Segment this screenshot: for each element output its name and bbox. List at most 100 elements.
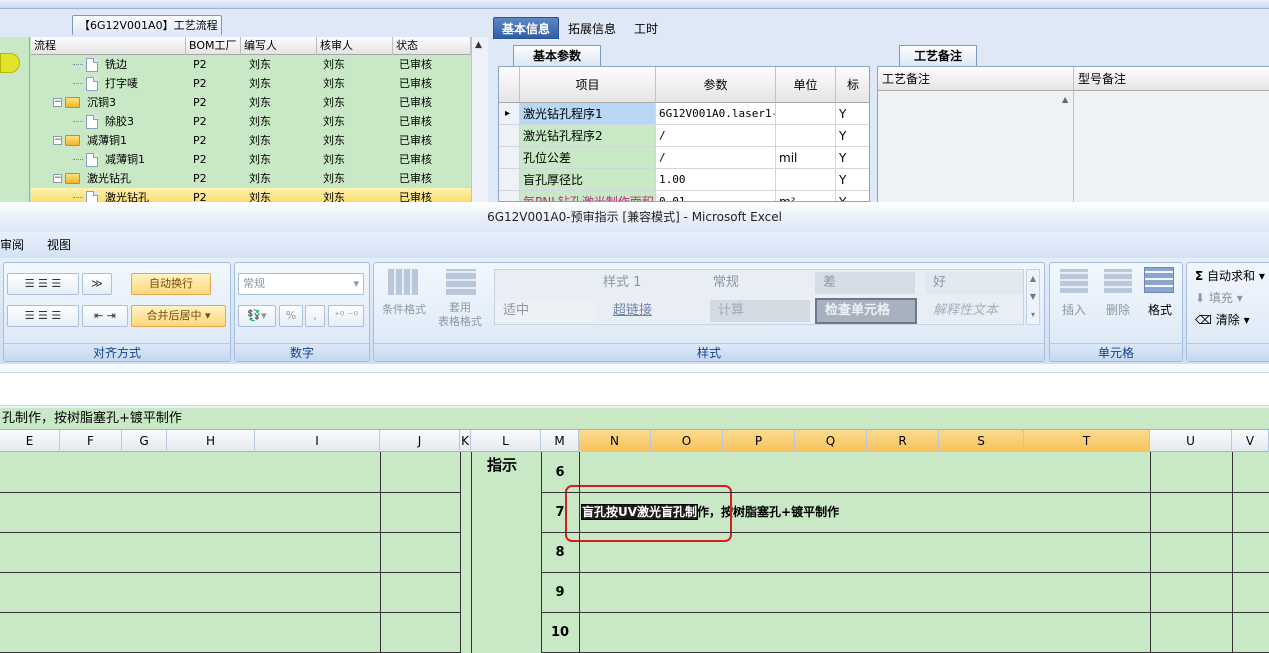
grid-cell-unit[interactable]: m² — [776, 191, 836, 201]
column-header-L[interactable]: L — [471, 430, 541, 452]
tab-basic-info[interactable]: 基本信息 — [493, 17, 560, 39]
conditional-format-button[interactable]: 条件格式 — [378, 301, 430, 317]
gallery-scroll[interactable]: ▲ ▼ ▾ — [1026, 269, 1040, 325]
clear-button[interactable]: ⌫ 清除 ▾ — [1195, 311, 1250, 328]
grid-cell-param[interactable]: 6G12V001A0.laser1-2 — [656, 103, 776, 125]
notes-header-model[interactable]: 型号备注 — [1074, 67, 1269, 91]
comment-bubble-icon[interactable] — [0, 53, 20, 73]
fill-button[interactable]: ⬇ 填充 ▾ — [1195, 289, 1243, 306]
delete-button[interactable]: 删除 — [1100, 301, 1136, 318]
table-format-button[interactable]: 套用 表格格式 — [430, 301, 490, 329]
tree-node[interactable]: − 减薄铜1 — [53, 131, 127, 150]
style-1[interactable]: 样式 1 — [595, 272, 695, 294]
grid-row[interactable]: 激光钻孔程序2/ Y — [499, 125, 869, 147]
currency-button[interactable]: 💱▾ — [238, 305, 276, 327]
tree-row[interactable]: − 减薄铜1 P2 刘东 刘东 已审核 — [31, 131, 471, 150]
grid-row[interactable]: 孔位公差 / mil Y — [499, 147, 869, 169]
row-indicator[interactable] — [499, 147, 520, 169]
tab-view[interactable]: 视图 — [47, 232, 71, 258]
cell-L-label[interactable]: 指示 — [487, 454, 517, 475]
tree-row[interactable]: − 沉铜3 P2 刘东 刘东 已审核 — [31, 93, 471, 112]
collapse-icon[interactable]: − — [53, 98, 62, 107]
grid-cell-param[interactable]: 1.00 — [656, 169, 776, 191]
column-header-O[interactable]: O — [651, 430, 723, 452]
column-header-E[interactable]: E — [0, 430, 60, 452]
grid-cell-param[interactable]: / — [656, 147, 776, 169]
autosum-button[interactable]: Σ 自动求和 ▾ — [1195, 267, 1265, 284]
grid-cell-item[interactable]: 盲孔厚径比 — [520, 169, 656, 191]
grid-cell-item[interactable]: 激光钻孔程序1 — [520, 103, 656, 125]
grid-row[interactable]: ▸ 激光钻孔程序1 6G12V001A0.laser1-2 Y — [499, 103, 869, 125]
column-header-H[interactable]: H — [167, 430, 255, 452]
column-header-J[interactable]: J — [380, 430, 460, 452]
grid-cell-flag[interactable]: Y — [836, 103, 869, 125]
grid-header-param[interactable]: 参数 — [656, 67, 776, 103]
tree-row[interactable]: 打字唛 P2 刘东 刘东 已审核 — [31, 74, 471, 93]
tab-work-hours[interactable]: 工时 — [625, 17, 667, 39]
col-header-reviewer[interactable]: 核审人 — [317, 37, 393, 55]
number-format-select[interactable]: 常规 ▾ — [238, 273, 364, 295]
style-check-cell[interactable]: 检查单元格 — [815, 298, 917, 324]
grid-cell-flag[interactable]: Y — [836, 125, 869, 147]
splitter-bar[interactable] — [0, 0, 1269, 9]
grid-header-unit[interactable]: 单位 — [776, 67, 836, 103]
grid-cell-param[interactable]: / — [656, 125, 776, 147]
style-good[interactable]: 好 — [925, 272, 1023, 294]
grid-cell-flag[interactable]: Y — [836, 147, 869, 169]
formula-text[interactable]: 孔制作，按树脂塞孔+镀平制作 — [0, 408, 1269, 430]
tab-extended-info[interactable]: 拓展信息 — [559, 17, 625, 39]
tree-row[interactable]: 激光钻孔 P2 刘东 刘东 已审核 — [31, 188, 471, 202]
tab-process-flow[interactable]: 【6G12V001A0】工艺流程 — [72, 15, 222, 35]
grid-cell-unit[interactable] — [776, 169, 836, 191]
column-header-R[interactable]: R — [867, 430, 939, 452]
grid-row[interactable]: 每PNL钻孔激光制作面积 0.01 m² Y — [499, 191, 869, 201]
grid-cell-unit[interactable]: mil — [776, 147, 836, 169]
insert-button[interactable]: 插入 — [1056, 301, 1092, 318]
column-header-V[interactable]: V — [1232, 430, 1269, 452]
grid-cell-flag[interactable]: Y — [836, 191, 869, 201]
grid-cell-param[interactable]: 0.01 — [656, 191, 776, 201]
style-explain[interactable]: 解释性文本 — [925, 300, 1023, 322]
grid-cell-item[interactable]: 孔位公差 — [520, 147, 656, 169]
grid-cell-item[interactable]: 激光钻孔程序2 — [520, 125, 656, 147]
style-neutral[interactable]: 适中 — [495, 300, 595, 322]
model-notes-area[interactable] — [1074, 91, 1269, 202]
style-calc[interactable]: 计算 — [710, 300, 810, 322]
process-notes-area[interactable] — [878, 91, 1074, 202]
tree-row[interactable]: − 激光钻孔 P2 刘东 刘东 已审核 — [31, 169, 471, 188]
tree-node[interactable]: − 沉铜3 — [53, 93, 116, 112]
percent-button[interactable]: % — [279, 305, 303, 327]
tree-scrollbar[interactable]: ▲ — [471, 37, 488, 202]
wrap-text-button[interactable]: 自动换行 — [131, 273, 211, 295]
column-header-Q[interactable]: Q — [795, 430, 867, 452]
column-header-G[interactable]: G — [122, 430, 167, 452]
name-box-row[interactable] — [0, 372, 1269, 406]
grid-cell-item[interactable]: 每PNL钻孔激光制作面积 — [520, 191, 656, 201]
style-normal[interactable]: 常规 — [705, 272, 805, 294]
tree-row[interactable]: 减薄铜1 P2 刘东 刘东 已审核 — [31, 150, 471, 169]
tab-basic-params[interactable]: 基本参数 — [513, 45, 601, 66]
column-header-T[interactable]: T — [1024, 430, 1150, 452]
tree-node[interactable]: − 激光钻孔 — [53, 169, 131, 188]
horizontal-align-buttons[interactable]: ☰ ☰ ☰ — [7, 305, 79, 327]
tab-process-notes[interactable]: 工艺备注 — [899, 45, 977, 66]
tree-node[interactable]: 激光钻孔 — [73, 188, 149, 202]
panel-divider[interactable] — [870, 45, 877, 202]
row-indicator[interactable] — [499, 191, 520, 201]
column-header-I[interactable]: I — [255, 430, 380, 452]
grid-header-item[interactable]: 项目 — [520, 67, 656, 103]
collapse-icon[interactable]: − — [53, 174, 62, 183]
grid-row[interactable]: 盲孔厚径比 1.00 Y — [499, 169, 869, 191]
tree-node[interactable]: 除胶3 — [73, 112, 134, 131]
style-hyperlink[interactable]: 超链接 — [605, 300, 697, 322]
scroll-up-icon[interactable]: ▲ — [475, 40, 482, 50]
style-bad[interactable]: 差 — [815, 272, 915, 294]
grid-cell-flag[interactable]: Y — [836, 169, 869, 191]
row-number-10[interactable]: 10 — [541, 613, 579, 653]
row-indicator[interactable] — [499, 125, 520, 147]
comma-button[interactable]: , — [305, 305, 325, 327]
column-header-N[interactable]: N — [579, 430, 651, 452]
tree-row[interactable]: 铣边 P2 刘东 刘东 已审核 — [31, 55, 471, 74]
notes-scroll-up-icon[interactable]: ▲ — [1062, 95, 1068, 104]
grid-cell-unit[interactable] — [776, 125, 836, 147]
